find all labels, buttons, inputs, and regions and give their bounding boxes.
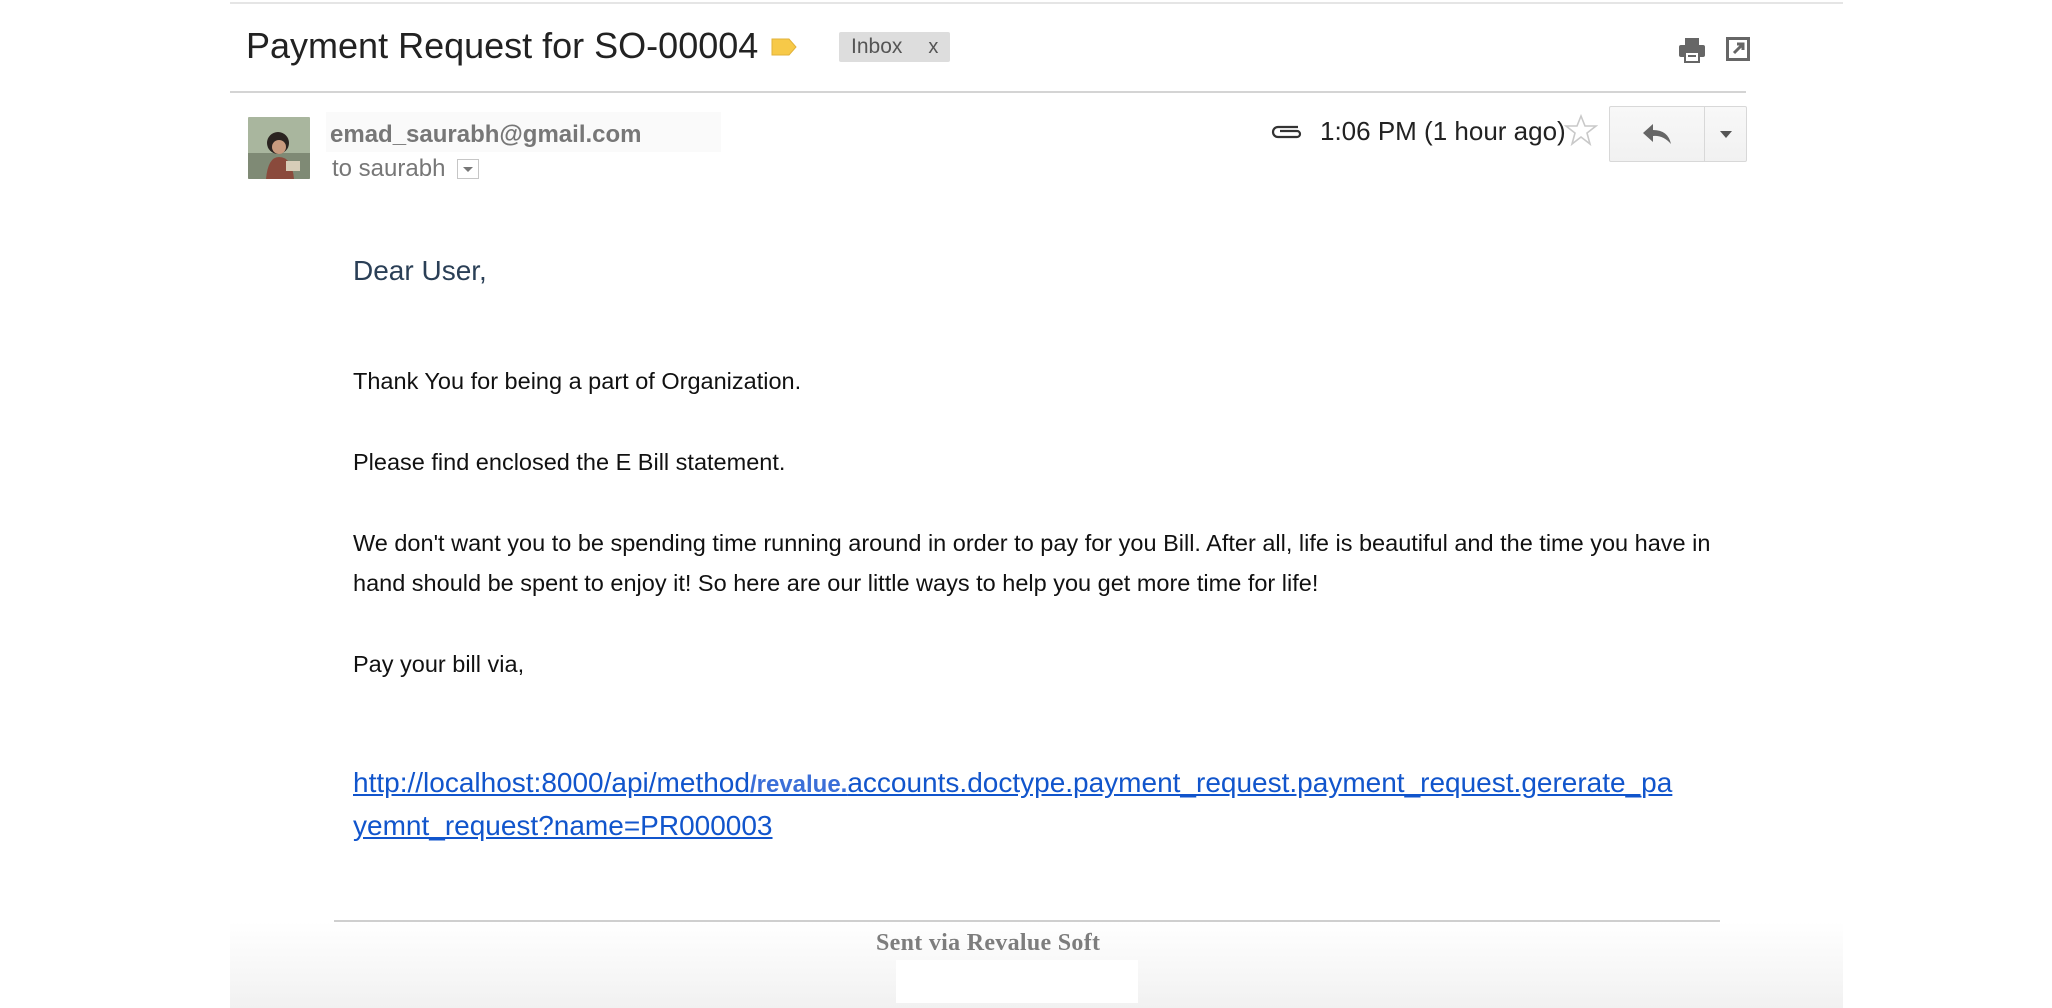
- print-icon[interactable]: [1677, 36, 1707, 64]
- email-paragraph: Please find enclosed the E Bill statemen…: [353, 449, 786, 475]
- top-divider: [230, 2, 1843, 4]
- reply-arrow-icon: [1643, 124, 1671, 144]
- star-icon[interactable]: [1564, 113, 1598, 147]
- subject-divider: [230, 91, 1746, 93]
- label-tag-icon[interactable]: [770, 36, 798, 58]
- footer-box: [896, 960, 1138, 1003]
- footer-divider: [334, 920, 1720, 922]
- email-paragraph: Thank You for being a part of Organizati…: [353, 368, 802, 394]
- paperclip-icon: [1271, 125, 1302, 139]
- email-subject: Payment Request for SO-00004: [246, 25, 759, 66]
- dropdown-caret-icon: [1719, 130, 1732, 138]
- email-greeting: Dear User,: [353, 255, 487, 286]
- payment-link-highlight: /revalue.: [749, 771, 848, 798]
- inbox-label-chip[interactable]: Inbox x: [839, 32, 951, 62]
- recipient-line: to saurabh: [332, 152, 480, 186]
- inbox-label-text: Inbox: [851, 35, 903, 58]
- reply-button-group: [1609, 106, 1747, 162]
- payment-link[interactable]: http://localhost:8000/api/method/revalue…: [353, 762, 1673, 846]
- show-details-chevron-down-icon[interactable]: [457, 159, 480, 179]
- avatar-photo: [248, 117, 310, 179]
- sender-avatar[interactable]: [248, 117, 310, 179]
- sender-email[interactable]: emad_saurabh@gmail.com: [330, 118, 642, 152]
- reply-button[interactable]: [1610, 107, 1705, 161]
- email-paragraph: Pay your bill via,: [353, 651, 525, 677]
- email-paragraph: We don't want you to be spending time ru…: [353, 530, 1711, 596]
- payment-link-part: http://localhost:8000/api/method: [353, 767, 750, 798]
- email-timestamp: 1:06 PM (1 hour ago): [1320, 116, 1566, 146]
- footer-signature: Sent via Revalue Soft: [876, 930, 1101, 956]
- remove-label-button[interactable]: x: [928, 36, 938, 59]
- recipient-text: to saurabh: [332, 155, 446, 182]
- new-window-icon[interactable]: [1725, 36, 1751, 62]
- more-actions-button[interactable]: [1705, 107, 1746, 161]
